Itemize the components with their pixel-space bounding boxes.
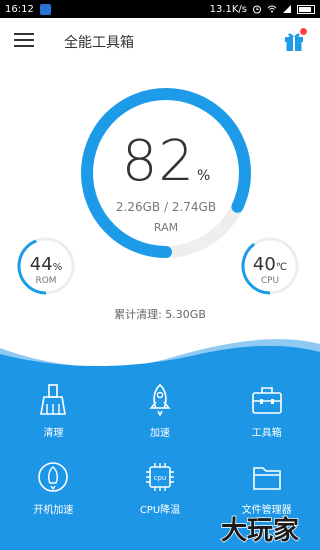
wifi-icon — [267, 5, 277, 13]
ram-percent: 82% — [78, 129, 254, 194]
network-speed: 13.1K/s — [209, 3, 247, 15]
rom-gauge[interactable]: 44% ROM — [16, 236, 76, 296]
ram-gauge[interactable]: 82% 2.26GB / 2.74GB RAM — [78, 85, 254, 261]
tool-startup-boost[interactable]: 开机加速 — [0, 459, 107, 516]
gift-button[interactable] — [282, 28, 308, 54]
ram-percent-unit: % — [196, 168, 211, 184]
signal-icon — [283, 5, 291, 13]
app-bar: 全能工具箱 — [0, 18, 320, 66]
status-right: 13.1K/s — [210, 4, 315, 15]
cpu-chip-icon: cpu — [145, 463, 174, 491]
tool-label: CPU降温 — [139, 505, 181, 516]
tool-label: 清理 — [43, 428, 64, 439]
tool-clean[interactable]: 清理 — [0, 382, 107, 439]
tool-label: 开机加速 — [33, 505, 74, 516]
tool-boost[interactable]: 加速 — [107, 382, 214, 439]
tool-label: 加速 — [149, 428, 170, 439]
tool-cpu-cool[interactable]: cpu CPU降温 — [107, 459, 214, 516]
cpu-value: 40℃ — [240, 254, 300, 275]
chip-text: cpu — [154, 474, 167, 482]
ram-percent-value: 82 — [121, 129, 195, 194]
menu-icon[interactable] — [14, 33, 34, 51]
battery-icon — [297, 4, 315, 14]
watermark-text: 大玩家 — [221, 515, 299, 546]
toolbox-icon — [251, 387, 282, 414]
tool-file-manager[interactable]: 文件管理器 — [213, 459, 320, 516]
cpu-value-unit: ℃ — [275, 262, 288, 273]
tools-grid: 清理 加速 工具箱 开机加速 cpu CPU降温 文件管理器 — [0, 382, 320, 516]
page-title: 全能工具箱 — [64, 35, 134, 51]
cpu-label: CPU — [260, 276, 280, 286]
rom-label: ROM — [35, 276, 57, 286]
status-bar: 16:12 13.1K/s — [0, 0, 320, 18]
status-time: 16:12 — [5, 3, 34, 15]
broom-icon — [40, 384, 67, 415]
rom-value: 44% — [16, 254, 76, 275]
notification-icon — [39, 3, 51, 15]
ram-size: 2.26GB / 2.74GB — [115, 200, 217, 214]
power-boost-icon — [38, 462, 69, 492]
rom-value-number: 44 — [29, 254, 53, 275]
watermark-logo: 大玩家 — [220, 514, 300, 546]
cpu-value-number: 40 — [252, 254, 276, 275]
rocket-icon — [149, 383, 171, 417]
total-cleaned: 累计清理: 5.30GB — [114, 308, 206, 321]
cpu-gauge[interactable]: 40℃ CPU — [240, 236, 300, 296]
ram-label: RAM — [153, 221, 179, 234]
folder-icon — [252, 467, 281, 490]
rom-value-unit: % — [52, 262, 63, 273]
tool-label: 工具箱 — [251, 428, 282, 439]
screen: 16:12 13.1K/s 全能工具箱 82 % 2.26GB / 2.74GB… — [0, 0, 320, 550]
alarm-icon — [253, 5, 261, 14]
notification-badge — [300, 28, 307, 35]
tool-toolbox[interactable]: 工具箱 — [213, 382, 320, 439]
